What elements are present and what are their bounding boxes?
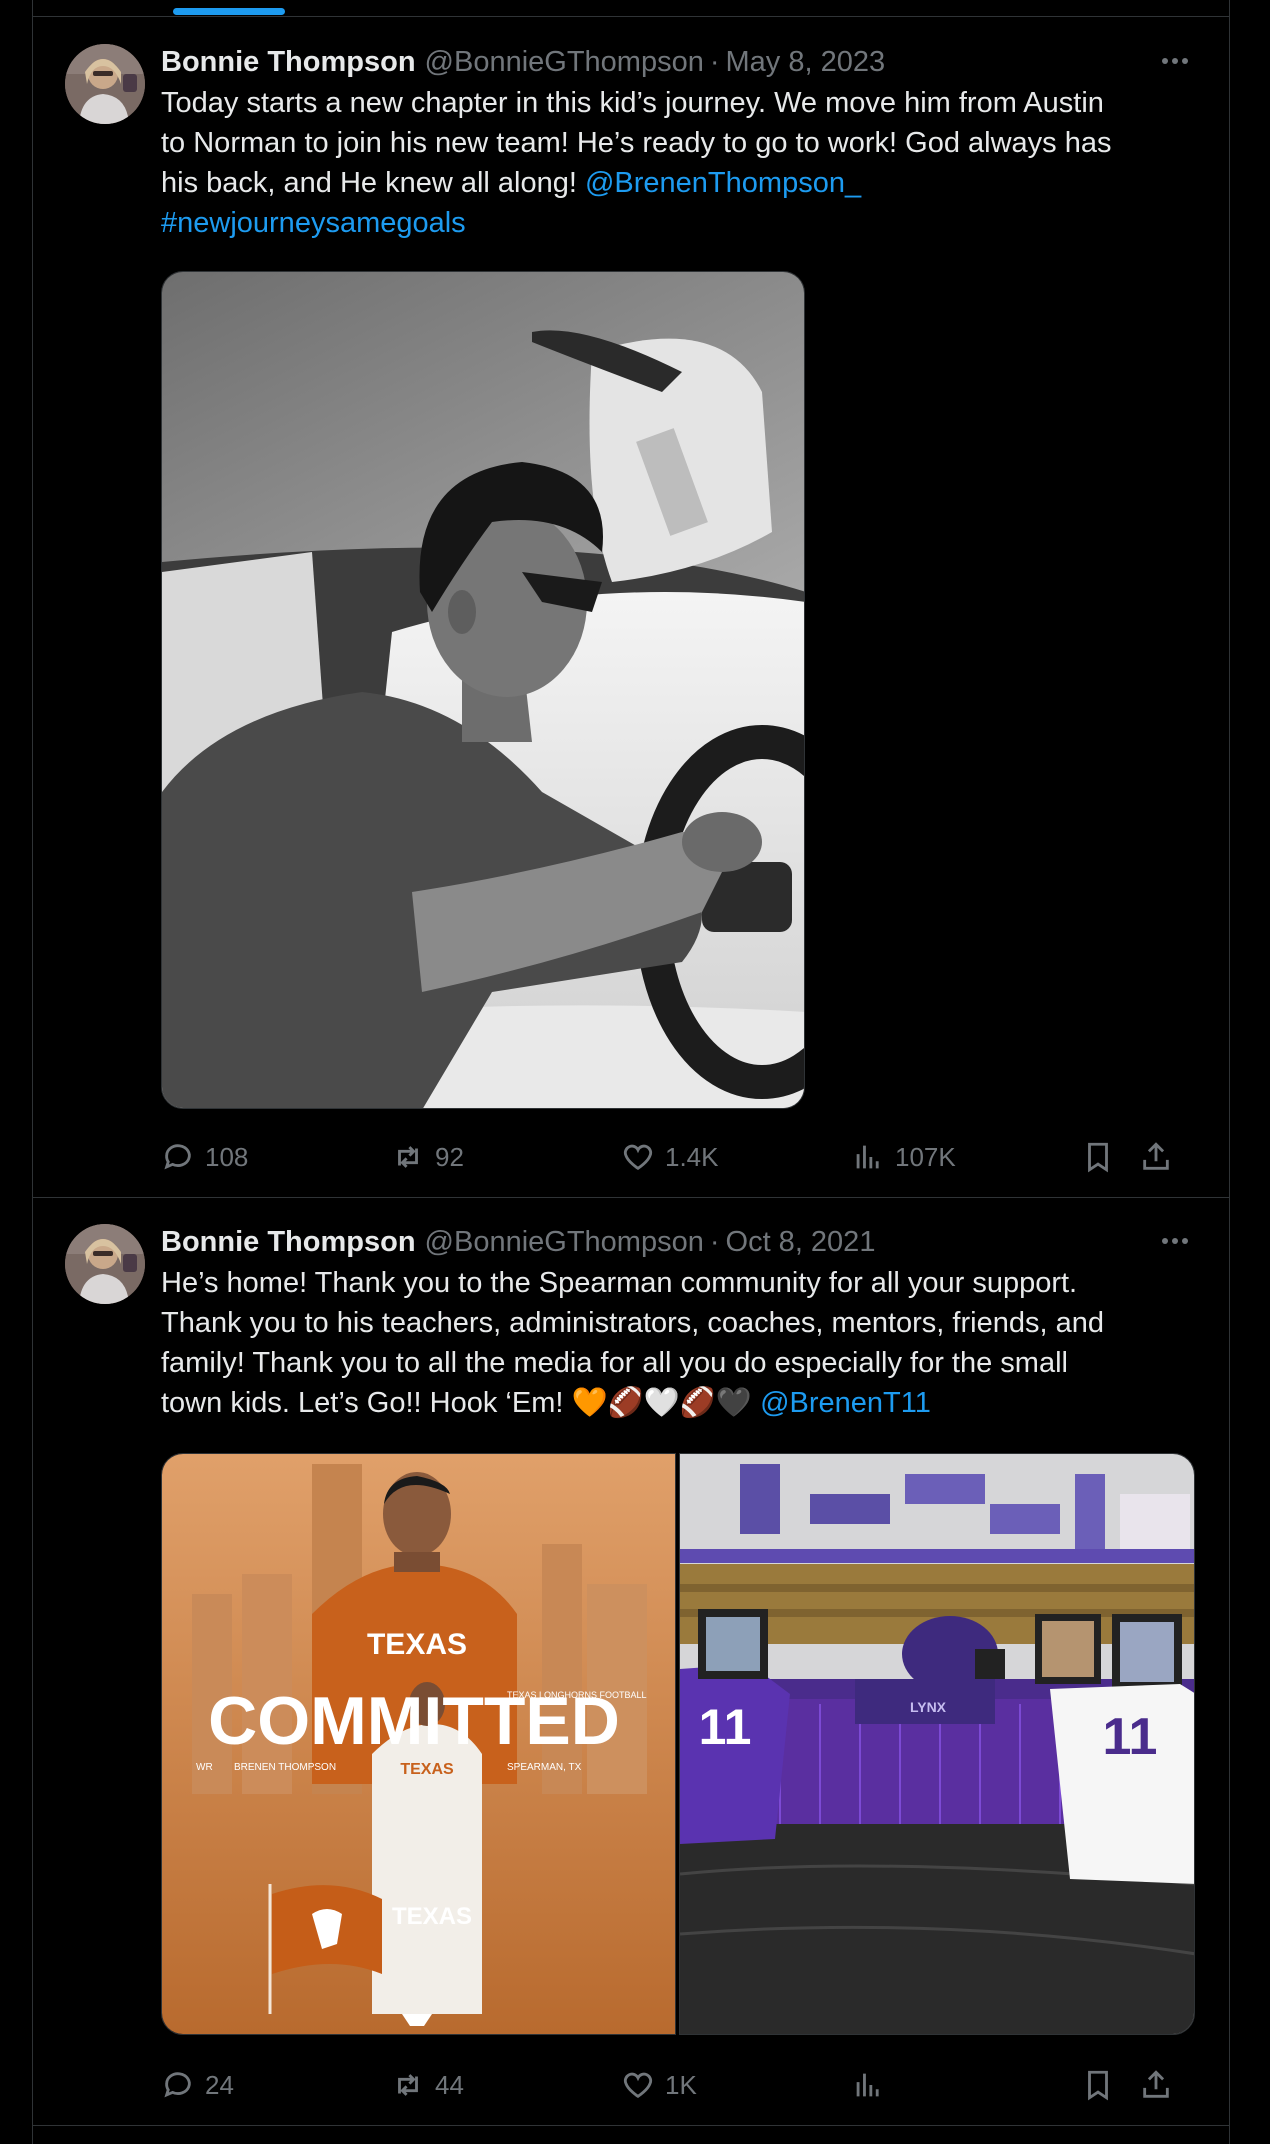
header-separator: · — [709, 45, 720, 78]
tweet-text: Today starts a new chapter in this kid’s… — [161, 83, 1205, 243]
heart-icon — [623, 1144, 653, 1171]
bookmark-icon — [1088, 1142, 1108, 1173]
author-handle[interactable]: @BonnieGThompson — [425, 46, 704, 79]
graphic-player: BRENEN THOMPSON — [234, 1762, 336, 1773]
jersey-number-right: 11 — [1103, 1708, 1158, 1766]
avatar[interactable] — [65, 44, 145, 124]
reply-count: 24 — [205, 2069, 234, 2100]
tweet-actions: 24 44 1K — [161, 2063, 1221, 2107]
media-divider — [676, 1453, 679, 2035]
like-button[interactable]: 1.4K — [621, 1135, 719, 1179]
author-name[interactable]: Bonnie Thompson — [161, 46, 416, 79]
speech-bubble-icon — [164, 2072, 191, 2098]
jersey-number-left: 11 — [699, 1699, 752, 1755]
tweet-date[interactable]: Oct 8, 2021 — [726, 1226, 876, 1259]
speech-bubble-icon — [164, 1144, 191, 1170]
views-count: 107K — [895, 1141, 956, 1172]
graphic-hometown: SPEARMAN, TX — [507, 1762, 582, 1773]
tweet-text-line: his back, and He knew all along! — [161, 167, 585, 199]
emoji-row: 🧡🏈🤍🏈🖤 — [571, 1387, 753, 1419]
like-button[interactable]: 1K — [621, 2063, 697, 2107]
bar-chart-icon — [856, 1145, 879, 1169]
tweet[interactable]: Bonnie Thompson @BonnieGThompson · May 8… — [33, 17, 1229, 1198]
tweet-header: Bonnie Thompson @BonnieGThompson · May 8… — [161, 42, 1205, 82]
signing-table-photo: 11 LYNX 11 — [680, 1454, 1194, 2034]
more-dots-icon[interactable] — [1157, 1226, 1193, 1256]
mention-link[interactable]: @BrenenT11 — [760, 1387, 931, 1419]
committed-graphic: TEXAS TEXAS COMMITTED WR BRENEN THOMPSON… — [162, 1454, 675, 2034]
repost-arrows-icon — [398, 1146, 418, 1168]
tweet-date[interactable]: May 8, 2023 — [726, 46, 886, 79]
repost-button[interactable]: 44 — [391, 2063, 464, 2107]
share-button[interactable] — [1139, 2063, 1173, 2107]
reply-button[interactable]: 24 — [161, 2063, 234, 2107]
tweet-text-line: family! Thank you to all the media for a… — [161, 1347, 1068, 1379]
tweet-text-line: He’s home! Thank you to the Spearman com… — [161, 1267, 1078, 1299]
tweet-photo-signing-table[interactable]: 11 LYNX 11 — [679, 1453, 1195, 2035]
like-count: 1.4K — [665, 1141, 719, 1172]
tweet-text-line: town kids. Let’s Go!! Hook ‘Em! — [161, 1387, 572, 1419]
share-button[interactable] — [1139, 1135, 1173, 1179]
avatar[interactable] — [65, 1224, 145, 1304]
tweet-text-line: Thank you to his teachers, administrator… — [161, 1307, 1104, 1339]
repost-count: 44 — [435, 2069, 464, 2100]
views-button[interactable] — [851, 2063, 895, 2107]
share-upload-icon — [1143, 1142, 1169, 1170]
heart-icon — [623, 2072, 653, 2099]
bar-chart-icon — [856, 2073, 879, 2097]
bookmark-icon — [1088, 2070, 1108, 2101]
photo-driver-in-car — [162, 272, 804, 1108]
bookmark-button[interactable] — [1081, 2063, 1115, 2107]
bookmark-button[interactable] — [1081, 1135, 1115, 1179]
helmet-text: LYNX — [910, 1699, 947, 1715]
flag-text: TEXAS — [392, 1903, 472, 1930]
author-name[interactable]: Bonnie Thompson — [161, 1226, 416, 1259]
like-count: 1K — [665, 2069, 697, 2100]
repost-count: 92 — [435, 1141, 464, 1172]
graphic-position: WR — [196, 1762, 213, 1773]
mention-link[interactable]: @BrenenThompson_ — [585, 167, 861, 199]
jersey-text: TEXAS — [367, 1628, 467, 1661]
tweet-header: Bonnie Thompson @BonnieGThompson · Oct 8… — [161, 1222, 1205, 1262]
header-separator: · — [709, 1225, 720, 1258]
tweet-text: He’s home! Thank you to the Spearman com… — [161, 1263, 1205, 1423]
tweet[interactable]: Bonnie Thompson @BonnieGThompson · Oct 8… — [33, 1198, 1229, 2126]
repost-button[interactable]: 92 — [391, 1135, 464, 1179]
reply-count: 108 — [205, 1141, 249, 1172]
hashtag-link[interactable]: #newjourneysamegoals — [161, 207, 466, 239]
views-button[interactable]: 107K — [851, 1135, 956, 1179]
share-upload-icon — [1143, 2070, 1169, 2098]
tweet-text-line: to Norman to join his new team! He’s rea… — [161, 127, 1112, 159]
active-tab-indicator — [173, 8, 285, 15]
more-dots-icon[interactable] — [1157, 46, 1193, 76]
tweet-photo[interactable] — [161, 271, 805, 1109]
small-jersey-text: TEXAS — [400, 1761, 454, 1778]
repost-arrows-icon — [398, 2074, 418, 2096]
graphic-program: TEXAS LONGHORNS FOOTBALL — [507, 1690, 647, 1700]
reply-button[interactable]: 108 — [161, 1135, 248, 1179]
timeline-column: Bonnie Thompson @BonnieGThompson · May 8… — [32, 0, 1230, 2144]
tweet-actions: 108 92 1.4K 107K — [161, 1135, 1221, 1179]
tweet-photo-committed[interactable]: TEXAS TEXAS COMMITTED WR BRENEN THOMPSON… — [161, 1453, 676, 2035]
tweet-text-line: Today starts a new chapter in this kid’s… — [161, 87, 1104, 119]
author-handle[interactable]: @BonnieGThompson — [425, 1226, 704, 1259]
